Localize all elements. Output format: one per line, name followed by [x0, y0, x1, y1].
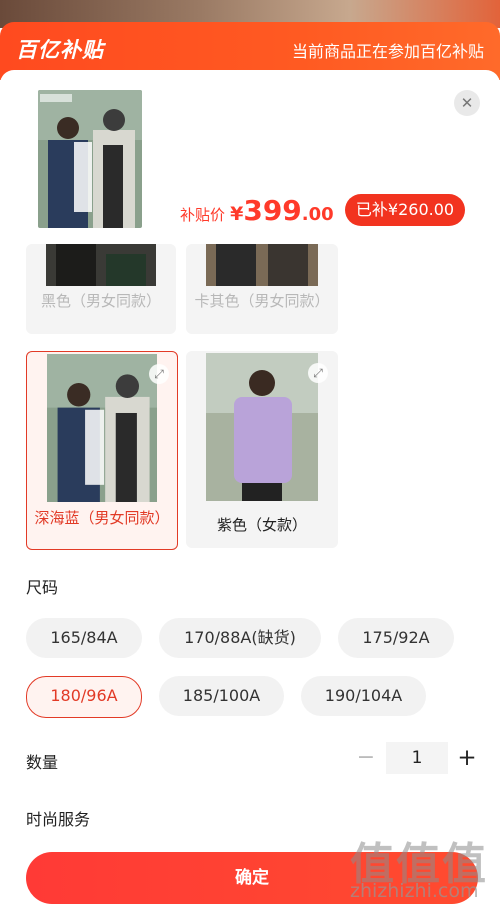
- watermark-site: zhizhizhi.com: [350, 880, 479, 902]
- variant-label: 黑色（男女同款）: [40, 292, 161, 310]
- subsidy-price: 补贴价 ¥399.00: [180, 194, 334, 227]
- price-decimal: .00: [301, 204, 334, 225]
- size-option-190[interactable]: 190/104A: [301, 676, 426, 716]
- variant-image-svg: [206, 244, 318, 286]
- quantity-title: 数量: [26, 753, 59, 772]
- price-label: 补贴价: [180, 206, 226, 224]
- size-option-185[interactable]: 185/100A: [159, 676, 284, 716]
- variant-image-svg: [206, 353, 318, 501]
- variant-image: [206, 244, 318, 286]
- variant-card-navy[interactable]: ⤢ 深海蓝（男女同款）: [26, 351, 178, 550]
- close-button[interactable]: ✕: [454, 90, 480, 116]
- size-option-175[interactable]: 175/92A: [338, 618, 454, 658]
- size-option-180[interactable]: 180/96A: [26, 676, 142, 718]
- quantity-input[interactable]: 1: [386, 742, 448, 774]
- variant-image: [46, 244, 156, 286]
- service-title: 时尚服务: [26, 810, 91, 829]
- variant-label: 深海蓝（男女同款）: [34, 509, 170, 527]
- variant-card-purple[interactable]: ⤢ 紫色（女款）: [186, 351, 338, 548]
- size-section-title: 尺码: [26, 578, 59, 597]
- product-thumbnail[interactable]: [38, 90, 142, 228]
- zoom-icon[interactable]: ⤢: [149, 364, 169, 384]
- variant-image-svg: [47, 354, 157, 502]
- size-option-165[interactable]: 165/84A: [26, 618, 142, 658]
- price-integer: 399: [243, 194, 302, 227]
- quantity-plus-button[interactable]: +: [456, 743, 478, 773]
- banner-logo: 百亿补贴: [16, 38, 104, 62]
- banner-notice: 当前商品正在参加百亿补贴: [291, 42, 484, 61]
- variant-label: 卡其色（男女同款）: [194, 292, 330, 310]
- variant-label: 紫色（女款）: [216, 516, 307, 534]
- zoom-icon[interactable]: ⤢: [308, 363, 328, 383]
- variant-image-svg: [46, 244, 156, 286]
- variant-image: [47, 354, 157, 502]
- subsidy-amount-badge: 已补¥260.00: [345, 194, 465, 226]
- variant-image: [206, 353, 318, 501]
- variant-card-black[interactable]: 黑色（男女同款）: [26, 244, 176, 334]
- size-option-170[interactable]: 170/88A(缺货): [159, 618, 321, 658]
- close-icon: ✕: [460, 94, 474, 112]
- variant-card-khaki[interactable]: 卡其色（男女同款）: [186, 244, 338, 334]
- quantity-minus-button[interactable]: −: [356, 744, 376, 772]
- product-image: [38, 90, 142, 228]
- price-currency: ¥: [230, 203, 244, 225]
